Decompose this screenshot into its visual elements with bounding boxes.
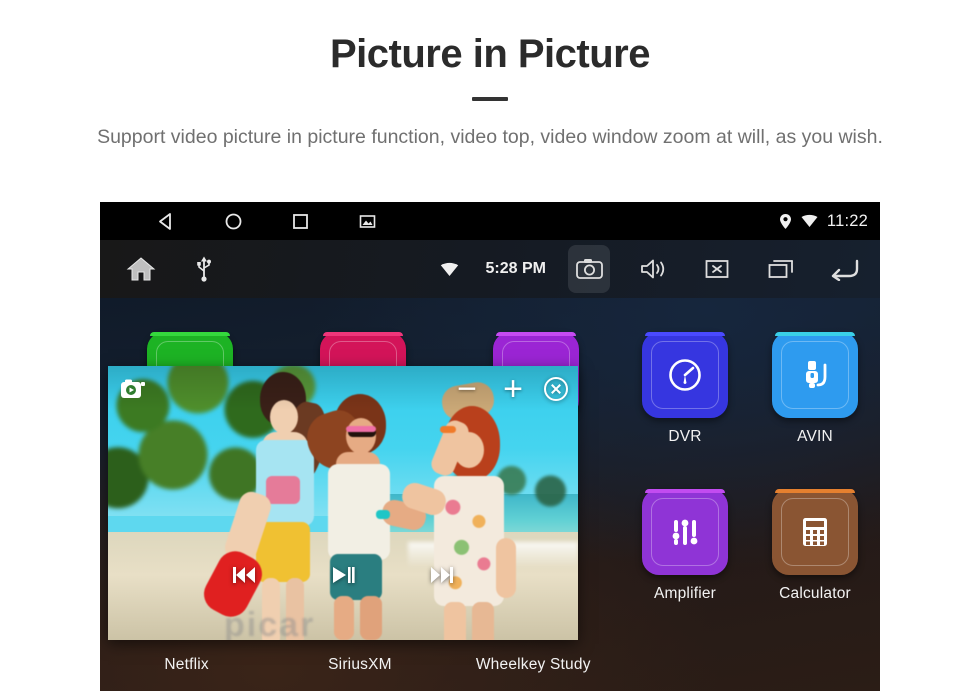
pip-playback-controls — [108, 558, 578, 592]
page-title: Picture in Picture — [330, 32, 650, 76]
app-label-amplifier: Amplifier — [653, 585, 717, 602]
wifi-icon — [801, 214, 818, 228]
next-track-icon[interactable] — [428, 565, 454, 585]
video-record-icon[interactable] — [120, 378, 146, 400]
dock-item-wheelkey-study[interactable]: Wheelkey Study — [447, 646, 620, 674]
app-label-dvr: DVR — [668, 428, 702, 445]
home-icon[interactable] — [126, 256, 156, 282]
calculator-icon — [803, 518, 827, 546]
back-triangle-icon[interactable] — [157, 212, 176, 231]
avin-plug-icon — [806, 361, 827, 388]
app-label-calculator: Calculator — [779, 585, 851, 602]
dvr-gauge-icon — [669, 359, 701, 391]
video-subject-3 — [399, 379, 530, 640]
toolbar-wifi-icon — [440, 262, 459, 277]
volume-icon[interactable] — [632, 245, 674, 293]
toolbar-right-group: 5:28 PM — [440, 240, 866, 298]
previous-track-icon[interactable] — [232, 565, 258, 585]
app-label-avin: AVIN — [797, 428, 833, 445]
device-toolbar: 5:28 PM — [100, 240, 880, 298]
dock-item-siriusxm[interactable]: SiriusXM — [273, 646, 446, 674]
home-circle-icon[interactable] — [224, 212, 243, 231]
page-subtitle: Support video picture in picture functio… — [97, 126, 883, 148]
dock-label-wheelkey-study: Wheelkey Study — [475, 656, 591, 673]
app-row-1: DVR AVIN — [620, 332, 880, 446]
pip-zoom-out-button[interactable]: − — [452, 372, 482, 406]
close-icon[interactable] — [544, 377, 568, 401]
pip-window-controls: − + — [452, 366, 568, 412]
camera-icon[interactable] — [568, 245, 610, 293]
location-pin-icon — [779, 213, 792, 230]
toolbar-left-group — [126, 256, 212, 282]
title-divider — [472, 97, 508, 101]
device-screen: Netflix SiriusXM Wheelkey Study DVR AVIN… — [100, 202, 880, 691]
app-item-avin[interactable]: AVIN — [750, 332, 880, 446]
play-pause-icon[interactable] — [330, 565, 356, 585]
app-item-amplifier[interactable]: Amplifier — [620, 489, 750, 603]
toolbar-clock: 5:28 PM — [485, 260, 546, 277]
screenshot-image-icon[interactable] — [358, 212, 377, 231]
app-item-calculator[interactable]: Calculator — [750, 489, 880, 603]
pip-top-bar: − + — [108, 366, 578, 412]
status-bar-clock: 11:22 — [826, 211, 868, 230]
back-arrow-icon[interactable] — [824, 245, 866, 293]
status-bar-nav — [157, 212, 377, 231]
pip-video-window[interactable]: picar − + — [108, 366, 578, 640]
promo-header: Picture in Picture Support video picture… — [0, 0, 980, 151]
amplifier-eq-icon — [672, 519, 698, 545]
video-watermark: picar — [224, 606, 316, 640]
dock-label-netflix: Netflix — [164, 656, 209, 673]
dock-item-netflix[interactable]: Netflix — [100, 646, 273, 674]
dock-label-siriusxm: SiriusXM — [328, 656, 392, 673]
recents-square-icon[interactable] — [291, 212, 310, 231]
usb-icon[interactable] — [196, 256, 212, 282]
pip-zoom-in-button[interactable]: + — [498, 372, 528, 406]
status-bar-indicators: 11:22 — [779, 202, 868, 240]
dock-labels-row: Netflix SiriusXM Wheelkey Study — [100, 646, 620, 674]
multiwindow-icon[interactable] — [760, 245, 802, 293]
android-status-bar: 11:22 — [100, 202, 880, 240]
app-item-dvr[interactable]: DVR — [620, 332, 750, 446]
mute-close-icon[interactable] — [696, 245, 738, 293]
app-row-2: Amplifier Calculator — [620, 489, 880, 603]
app-grid: DVR AVIN Amplifier Calculator — [620, 332, 880, 603]
